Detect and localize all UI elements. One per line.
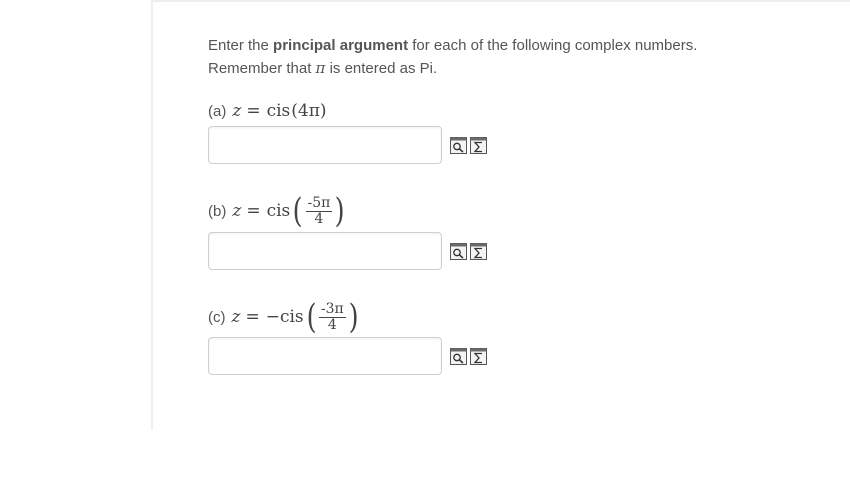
preview-answer-icon[interactable] xyxy=(450,242,467,260)
fraction-denominator: 4 xyxy=(314,210,324,227)
left-paren: ( xyxy=(306,297,317,337)
question-instructions: Enter the principal argument for each of… xyxy=(208,34,828,80)
pi-symbol: π xyxy=(315,59,326,77)
right-paren: ) xyxy=(335,191,345,231)
fraction-numerator: -3π xyxy=(318,300,346,318)
part-a-expression: z = cis (4π) xyxy=(226,101,326,121)
part-a-answer-input[interactable] xyxy=(208,126,442,164)
part-b-prompt: (b) z = cis ( -5π 4 ) xyxy=(208,194,347,228)
equation-editor-icon[interactable] xyxy=(470,136,487,154)
part-a-answer-row xyxy=(208,126,487,164)
part-c-prompt: (c) z = − cis ( -3π 4 ) xyxy=(208,300,360,334)
instructions-line-2: Remember that π is entered as Pi. xyxy=(208,57,828,80)
left-divider xyxy=(151,0,153,430)
instructions-text: is entered as Pi. xyxy=(325,60,438,77)
math-variable: z xyxy=(232,101,242,121)
instructions-line-1: Enter the principal argument for each of… xyxy=(208,34,828,57)
equation-editor-icon[interactable] xyxy=(470,347,487,365)
part-letter: (b) xyxy=(208,202,227,220)
instructions-text: Remember that xyxy=(208,60,316,77)
part-b-label: (b) z = cis ( -5π 4 ) xyxy=(208,194,347,228)
math-function: cis xyxy=(266,101,291,121)
math-fraction: -3π 4 xyxy=(318,300,346,333)
instructions-text: for each of the following complex number… xyxy=(408,37,698,54)
top-divider xyxy=(152,0,850,2)
preview-answer-icon[interactable] xyxy=(450,347,467,365)
fraction-denominator: 4 xyxy=(327,316,337,333)
math-equals: = xyxy=(246,101,261,121)
math-sign: − xyxy=(265,307,280,327)
math-argument: (4π) xyxy=(291,101,327,121)
part-b-answer-row xyxy=(208,232,487,270)
right-paren: ) xyxy=(348,297,359,337)
math-fraction: -5π 4 xyxy=(305,194,333,227)
question-content: Enter the principal argument for each of… xyxy=(208,34,828,375)
instructions-emphasis: principal argument xyxy=(273,37,409,54)
part-b-answer-input[interactable] xyxy=(208,232,442,270)
part-letter: (a) xyxy=(208,102,227,120)
part-c-label: (c) z = − cis ( -3π 4 ) xyxy=(208,300,360,334)
part-c-expression: z = − cis ( -3π 4 ) xyxy=(226,300,361,334)
part-a-prompt: (a) z = cis (4π) xyxy=(208,101,327,121)
math-equals: = xyxy=(245,307,260,327)
equation-editor-icon[interactable] xyxy=(470,242,487,260)
part-b-expression: z = cis ( -5π 4 ) xyxy=(226,194,346,228)
fraction-numerator: -5π xyxy=(305,194,333,212)
left-paren: ( xyxy=(292,191,303,231)
math-function: cis xyxy=(279,307,304,327)
part-c-answer-input[interactable] xyxy=(208,337,442,375)
page: Enter the principal argument for each of… xyxy=(0,0,850,491)
math-variable: z xyxy=(232,201,242,221)
part-a-label: (a) z = cis (4π) xyxy=(208,101,327,121)
math-equals: = xyxy=(246,201,261,221)
part-letter: (c) xyxy=(208,308,226,326)
math-function: cis xyxy=(266,201,291,221)
math-variable: z xyxy=(231,307,241,327)
part-c-answer-row xyxy=(208,337,487,375)
preview-answer-icon[interactable] xyxy=(450,136,467,154)
instructions-text: Enter the xyxy=(208,37,274,54)
